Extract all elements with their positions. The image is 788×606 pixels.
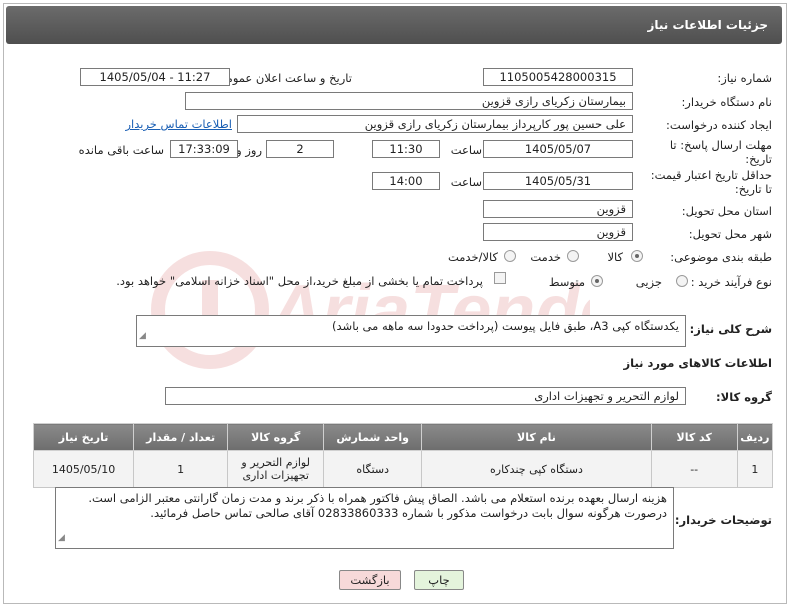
treasury-payment-note: پرداخت تمام یا بخشی از مبلغ خرید،از محل … [116,274,483,288]
days-remaining-field[interactable]: 2 [266,140,334,158]
col-goods-group: گروه کالا [227,423,325,451]
deadline-time-label: ساعت [450,143,482,157]
announce-date-field[interactable]: 1405/05/04 - 11:27 [80,68,230,86]
buyer-notes-line-2: درصورت هرگونه سوال بابت درخواست مذکور با… [150,506,667,520]
resize-grip-icon[interactable]: ◢ [58,531,65,546]
category-label: طبقه بندی موضوعی: [670,250,772,264]
goods-table-header-row: ردیف کد کالا نام کالا واحد شمارش گروه کا… [32,423,774,451]
process-option-minor: جزیی [635,275,662,289]
back-button[interactable]: بازگشت [339,570,401,590]
creator-label: ایجاد کننده درخواست: [666,118,772,132]
category-option-goods: کالا [607,250,623,264]
category-option-service: خدمت [530,250,561,264]
price-validity-date-field[interactable]: 1405/05/31 [483,172,633,190]
time-remaining-label: ساعت باقی مانده [78,143,164,157]
description-textarea[interactable]: یکدستگاه کپی A3، طبق فایل پیوست (پرداخت … [136,315,686,347]
need-number-label: شماره نیاز: [717,71,772,85]
description-label: شرح کلی نیاز: [689,322,772,336]
days-label: روز و [236,143,262,157]
price-validity-label: حداقل تاریخ اعتبار قیمت: تا تاریخ: [650,168,772,196]
buyer-org-label: نام دستگاه خریدار: [681,95,772,109]
process-type-label: نوع فرآیند خرید : [690,275,772,289]
category-option-goods-service: کالا/خدمت [447,250,498,264]
resize-grip-icon[interactable]: ◢ [139,329,146,344]
province-label: استان محل تحویل: [681,204,772,218]
col-goods-code: کد کالا [650,423,738,451]
time-remaining-field[interactable]: 17:33:09 [170,140,238,158]
price-validity-time-label: ساعت [450,175,482,189]
col-need-date: تاریخ نیاز [32,423,135,451]
col-unit: واحد شمارش [323,423,423,451]
cell-goods-name: دستگاه کپی چندکاره [421,450,652,488]
announce-date-label: تاریخ و ساعت اعلان عمومی: [213,71,352,85]
process-radio-medium[interactable] [591,275,603,287]
cell-unit: دستگاه [323,450,423,488]
buyer-notes-textarea[interactable]: هزینه ارسال بعهده برنده استعلام می باشد.… [55,487,674,549]
deadline-date-field[interactable]: 1405/05/07 [483,140,633,158]
city-field[interactable]: قزوین [483,223,633,241]
print-button[interactable]: چاپ [414,570,464,590]
creator-field[interactable]: علی حسین پور کارپرداز بیمارستان زکریای ر… [237,115,633,133]
goods-table: ردیف کد کالا نام کالا واحد شمارش گروه کا… [32,423,774,488]
category-radio-service[interactable] [567,250,579,262]
col-row-number: ردیف [736,423,774,451]
col-goods-name: نام کالا [421,423,652,451]
price-validity-time-field[interactable]: 14:00 [372,172,440,190]
city-label: شهر محل تحویل: [688,227,772,241]
process-radio-minor[interactable] [676,275,688,287]
page-title: جزئیات اطلاعات نیاز [647,18,768,32]
goods-group-field[interactable]: لوازم التحریر و تجهیزات اداری [165,387,686,405]
page-header: جزئیات اطلاعات نیاز [6,6,782,44]
cell-goods-group: لوازم التحریر و تجهیزات اداری [227,450,325,488]
cell-quantity: 1 [133,450,229,488]
category-radio-goods-service[interactable] [504,250,516,262]
province-field[interactable]: قزوین [483,200,633,218]
buyer-notes-label: توضیحات خریدار: [674,513,772,527]
col-quantity: تعداد / مقدار [133,423,229,451]
process-option-medium: متوسط [548,275,585,289]
need-number-field[interactable]: 1105005428000315 [483,68,633,86]
buyer-notes-line-1: هزینه ارسال بعهده برنده استعلام می باشد.… [88,491,667,505]
cell-row-number: 1 [736,450,774,488]
deadline-label: مهلت ارسال پاسخ: تا تاریخ: [669,138,772,166]
cell-goods-code: -- [650,450,738,488]
goods-group-label: گروه کالا: [716,390,772,404]
category-radio-goods[interactable] [631,250,643,262]
buyer-contact-link[interactable]: اطلاعات تماس خریدار [125,117,232,131]
buyer-org-field[interactable]: بیمارستان زکریای رازی قزوین [185,92,633,110]
table-row[interactable]: 1 -- دستگاه کپی چندکاره دستگاه لوازم الت… [32,450,774,488]
treasury-payment-checkbox[interactable] [494,272,506,284]
goods-info-heading: اطلاعات کالاهای مورد نیاز [623,356,772,370]
deadline-time-field[interactable]: 11:30 [372,140,440,158]
description-text: یکدستگاه کپی A3، طبق فایل پیوست (پرداخت … [332,319,679,333]
cell-need-date: 1405/05/10 [32,450,135,488]
